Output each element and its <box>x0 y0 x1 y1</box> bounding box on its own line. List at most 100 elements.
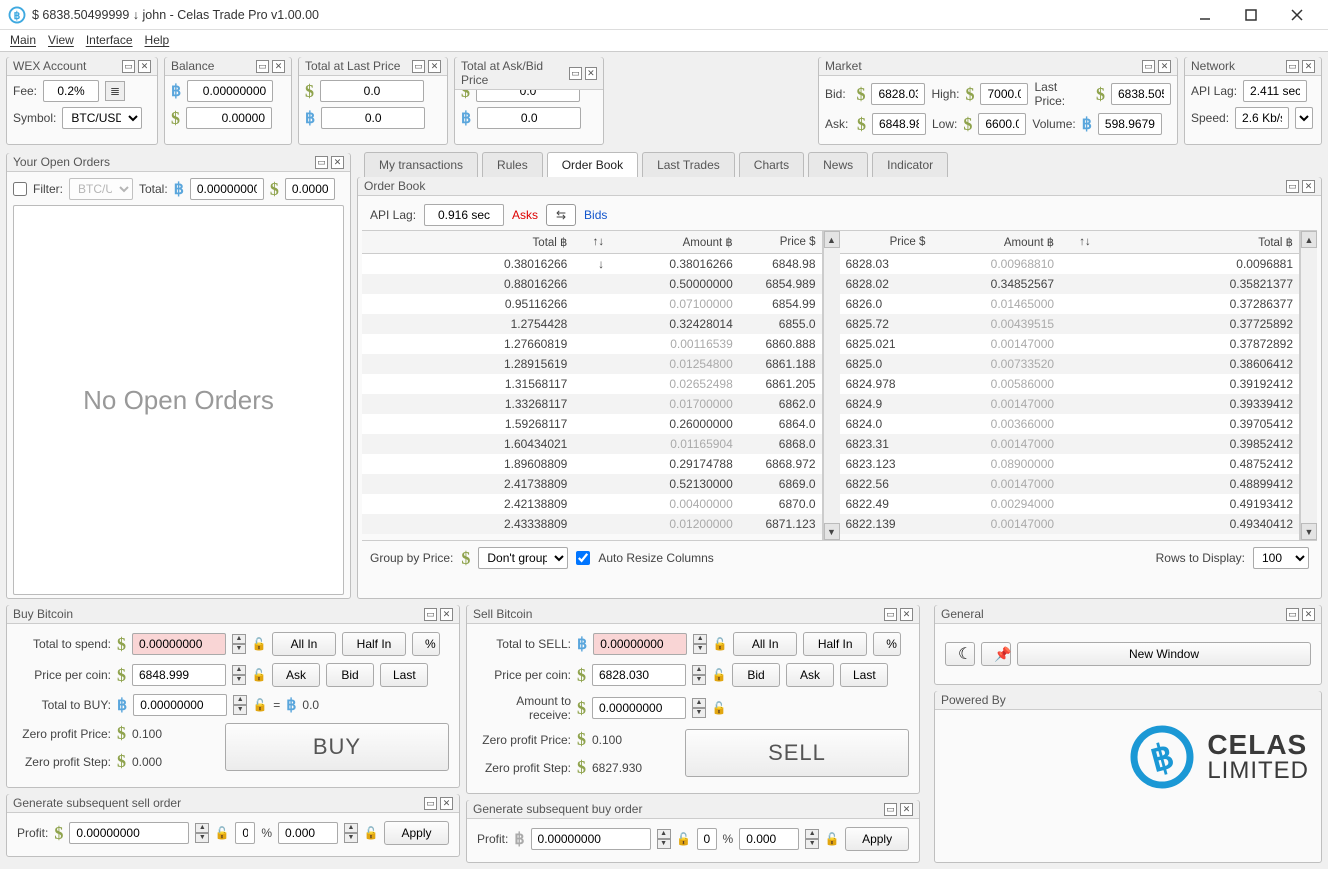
panel-close-icon[interactable]: ✕ <box>440 797 453 810</box>
low-value[interactable] <box>978 113 1026 135</box>
pct-button[interactable]: % <box>873 632 901 656</box>
halfin-button[interactable]: Half In <box>803 632 867 656</box>
panel-close-icon[interactable]: ✕ <box>900 608 913 621</box>
symbol-select[interactable]: BTC/USD <box>62 107 142 129</box>
bid-button[interactable]: Bid <box>732 663 780 687</box>
group-by-select[interactable]: Don't group <box>478 547 568 569</box>
ask-row[interactable]: 0.38016266↓0.380162666848.98 <box>362 254 822 275</box>
balance-usd[interactable] <box>186 107 272 129</box>
asks-scrollbar[interactable]: ▲▼ <box>823 231 840 540</box>
halfin-button[interactable]: Half In <box>342 632 406 656</box>
minimize-button[interactable] <box>1182 0 1228 30</box>
panel-close-icon[interactable]: ✕ <box>428 60 441 73</box>
tab-last-trades[interactable]: Last Trades <box>642 152 735 177</box>
ask-row[interactable]: 1.276608190.001165396860.888 <box>362 334 822 354</box>
panel-restore-icon[interactable]: ▭ <box>122 60 135 73</box>
panel-close-icon[interactable]: ✕ <box>138 60 151 73</box>
speed-unit-select[interactable] <box>1295 107 1313 129</box>
bid-row[interactable]: 6824.00.003660000.39705412 <box>840 414 1300 434</box>
lock-icon[interactable]: 🔓 <box>712 698 726 718</box>
lock-icon[interactable]: 🔓 <box>713 634 727 654</box>
ask-row[interactable]: 2.417388090.521300006869.0 <box>362 474 822 494</box>
panel-restore-icon[interactable]: ▭ <box>884 803 897 816</box>
ask-row[interactable]: 1.315681170.026524986861.205 <box>362 374 822 394</box>
fee-input[interactable] <box>43 80 99 102</box>
pin-button[interactable]: 📌 <box>981 642 1011 666</box>
ask-row[interactable]: 1.896088090.291747886868.972 <box>362 454 822 474</box>
fee-settings-icon[interactable]: ≣ <box>105 81 125 101</box>
menu-view[interactable]: View <box>48 33 74 47</box>
close-button[interactable] <box>1274 0 1320 30</box>
panel-restore-icon[interactable]: ▭ <box>256 60 269 73</box>
bids-scrollbar[interactable]: ▲▼ <box>1300 231 1317 540</box>
spinner[interactable]: ▲▼ <box>232 634 246 654</box>
spinner[interactable]: ▲▼ <box>805 829 819 849</box>
bid-row[interactable]: 6822.560.001470000.48899412 <box>840 474 1300 494</box>
bid-row[interactable]: 6824.90.001470000.39339412 <box>840 394 1300 414</box>
ob-apilag-value[interactable] <box>424 204 504 226</box>
profit-input[interactable] <box>531 828 651 850</box>
panel-close-icon[interactable]: ✕ <box>331 156 344 169</box>
spinner[interactable]: ▲▼ <box>693 634 707 654</box>
bid-row[interactable]: 6825.0210.001470000.37872892 <box>840 334 1300 354</box>
apply-button[interactable]: Apply <box>845 827 909 851</box>
filter-checkbox[interactable] <box>13 182 27 196</box>
tab-charts[interactable]: Charts <box>739 152 804 177</box>
bid-button[interactable]: Bid <box>326 663 374 687</box>
panel-restore-icon[interactable]: ▭ <box>1286 608 1299 621</box>
profit-input[interactable] <box>69 822 189 844</box>
pct-input[interactable] <box>739 828 799 850</box>
panel-close-icon[interactable]: ✕ <box>1158 60 1171 73</box>
recv-input[interactable] <box>592 697 686 719</box>
last-button[interactable]: Last <box>380 663 428 687</box>
panel-restore-icon[interactable]: ▭ <box>1286 60 1299 73</box>
tab-news[interactable]: News <box>808 152 868 177</box>
panel-close-icon[interactable]: ✕ <box>900 803 913 816</box>
auto-resize-checkbox[interactable] <box>576 551 590 565</box>
ask-value[interactable] <box>872 113 926 135</box>
tab-rules[interactable]: Rules <box>482 152 543 177</box>
apilag-value[interactable] <box>1243 80 1307 102</box>
lock-icon[interactable]: 🔓 <box>215 823 229 843</box>
panel-close-icon[interactable]: ✕ <box>585 67 597 80</box>
ask-button[interactable]: Ask <box>786 663 834 687</box>
ask-row[interactable]: 1.604340210.011659046868.0 <box>362 434 822 454</box>
panel-restore-icon[interactable]: ▭ <box>424 608 437 621</box>
vol-value[interactable] <box>1098 113 1162 135</box>
tobuy-input[interactable] <box>133 694 227 716</box>
open-total-usd[interactable] <box>285 178 335 200</box>
spinner[interactable]: ▲▼ <box>657 829 671 849</box>
tosell-input[interactable] <box>593 633 687 655</box>
balance-btc[interactable] <box>187 80 273 102</box>
tab-indicator[interactable]: Indicator <box>872 152 948 177</box>
lock-icon[interactable]: 🔓 <box>252 634 266 654</box>
ask-row[interactable]: 2.433388090.012000006871.123 <box>362 514 822 534</box>
bid-row[interactable]: 6828.030.009688100.0096881 <box>840 254 1300 275</box>
spend-input[interactable] <box>132 633 226 655</box>
pct-input[interactable] <box>278 822 338 844</box>
panel-restore-icon[interactable]: ▭ <box>569 67 581 80</box>
price-input[interactable] <box>592 664 686 686</box>
bid-row[interactable]: 6823.310.001470000.39852412 <box>840 434 1300 454</box>
swap-button[interactable]: ⇆ <box>546 204 576 226</box>
panel-restore-icon[interactable]: ▭ <box>1142 60 1155 73</box>
allin-button[interactable]: All In <box>733 632 797 656</box>
spinner[interactable]: ▲▼ <box>233 695 247 715</box>
spinner[interactable]: ▲▼ <box>692 665 706 685</box>
bid-row[interactable]: 6825.720.004395150.37725892 <box>840 314 1300 334</box>
tab-order-book[interactable]: Order Book <box>547 152 638 177</box>
bid-row[interactable]: 6822.1390.001470000.49340412 <box>840 514 1300 534</box>
panel-restore-icon[interactable]: ▭ <box>1286 180 1299 193</box>
panel-close-icon[interactable]: ✕ <box>1302 60 1315 73</box>
moon-button[interactable]: ☾ <box>945 642 975 666</box>
lock-icon[interactable]: 🔓 <box>825 829 839 849</box>
bid-row[interactable]: 6823.1230.089000000.48752412 <box>840 454 1300 474</box>
ask-row[interactable]: 1.27544280.324280146855.0 <box>362 314 822 334</box>
pct-button[interactable]: % <box>412 632 440 656</box>
panel-close-icon[interactable]: ✕ <box>272 60 285 73</box>
bid-row[interactable]: 6822.490.002940000.49193412 <box>840 494 1300 514</box>
panel-close-icon[interactable]: ✕ <box>1302 608 1315 621</box>
total-last-usd[interactable] <box>320 80 424 102</box>
zero-input[interactable] <box>697 828 717 850</box>
apply-button[interactable]: Apply <box>384 821 449 845</box>
